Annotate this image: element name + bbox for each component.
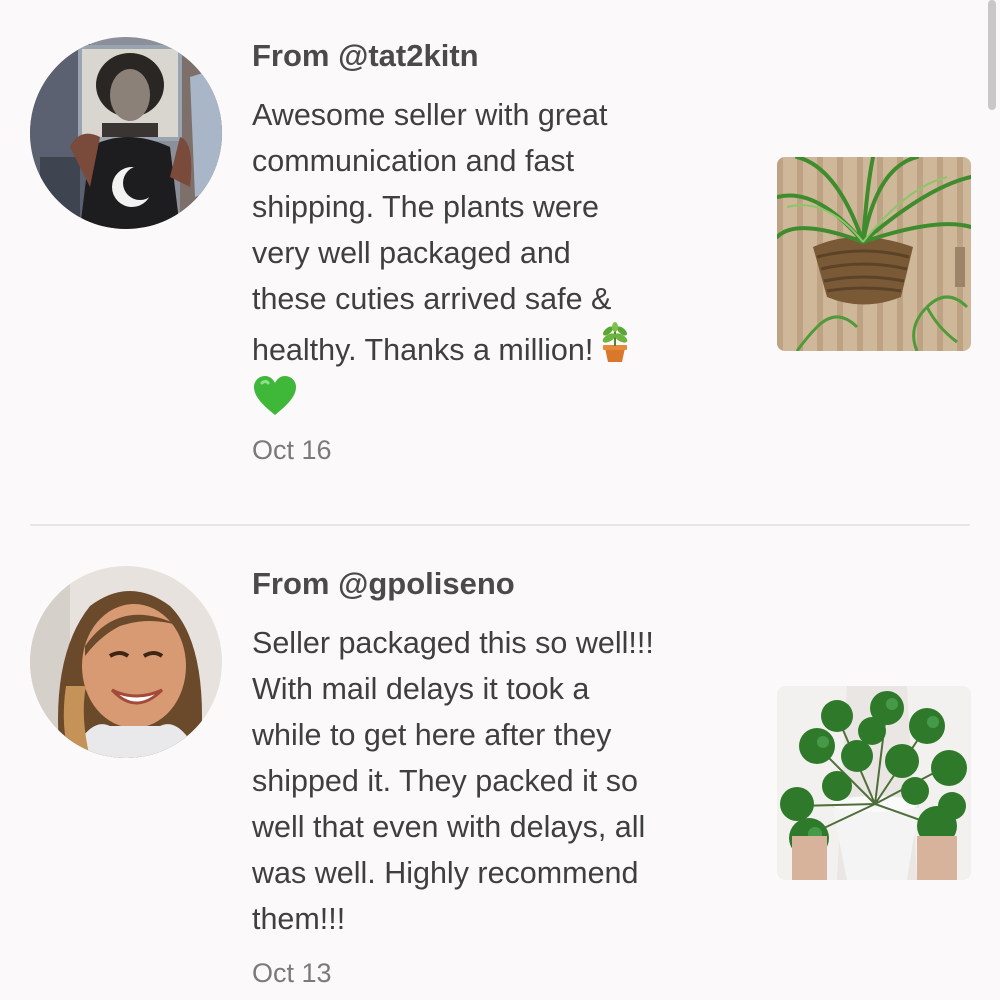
reviewer-avatar[interactable] [30, 566, 222, 758]
review-body: From @tat2kitn Awesome seller with great… [252, 38, 752, 467]
reviews-page: From @tat2kitn Awesome seller with great… [0, 0, 1000, 1000]
review-date: Oct 13 [252, 958, 332, 988]
review-item: From @gpoliseno Seller packaged this so … [0, 526, 1000, 1000]
review-text: Awesome seller with great communication … [252, 98, 612, 367]
avatar-photo-icon [30, 566, 222, 758]
reviewer-avatar[interactable] [30, 37, 222, 229]
green-heart-emoji-icon [252, 373, 752, 419]
pilea-plant-photo-icon [777, 686, 971, 880]
hanging-spider-plant-photo-icon [777, 157, 971, 351]
review-photo[interactable] [777, 686, 971, 880]
review-item: From @tat2kitn Awesome seller with great… [0, 0, 1000, 525]
review-photo[interactable] [777, 157, 971, 351]
review-text: Seller packaged this so well!!! With mai… [252, 626, 654, 936]
review-author[interactable]: From @gpoliseno [252, 566, 752, 602]
potted-plant-emoji-icon [593, 322, 637, 371]
review-author[interactable]: From @tat2kitn [252, 38, 752, 74]
avatar-photo-icon [30, 37, 222, 229]
review-date: Oct 16 [252, 435, 332, 465]
review-body: From @gpoliseno Seller packaged this so … [252, 566, 752, 990]
